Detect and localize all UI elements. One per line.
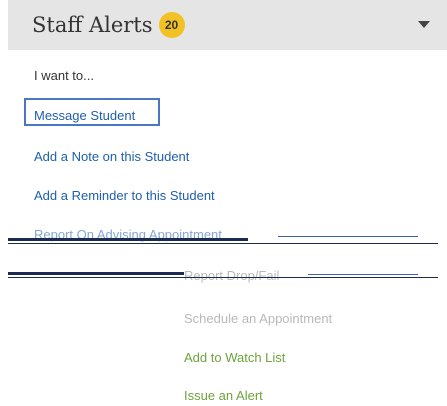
schedule-appointment-link[interactable]: Schedule an Appointment — [184, 311, 332, 326]
render-artifact — [308, 274, 418, 275]
report-drop-fail-link[interactable]: Report Drop/Fail — [184, 268, 279, 283]
message-student-link[interactable]: Message Student — [34, 108, 135, 123]
alert-count-badge: 20 — [158, 12, 185, 38]
add-watch-list-link[interactable]: Add to Watch List — [184, 350, 285, 365]
render-artifact — [278, 236, 418, 237]
menu-intro: I want to... — [34, 68, 94, 83]
staff-alerts-header[interactable]: Staff Alerts 20 — [8, 0, 447, 50]
issue-alert-link[interactable]: Issue an Alert — [184, 388, 263, 403]
action-menu: I want to... Message Student Add a Note … — [8, 50, 447, 406]
render-artifact — [8, 243, 438, 244]
render-artifact — [8, 277, 438, 278]
add-note-link[interactable]: Add a Note on this Student — [34, 149, 189, 164]
render-artifact — [8, 238, 248, 241]
add-reminder-link[interactable]: Add a Reminder to this Student — [34, 188, 215, 203]
render-artifact — [8, 272, 184, 275]
chevron-down-icon[interactable] — [418, 21, 430, 28]
panel-title: Staff Alerts — [32, 13, 153, 37]
